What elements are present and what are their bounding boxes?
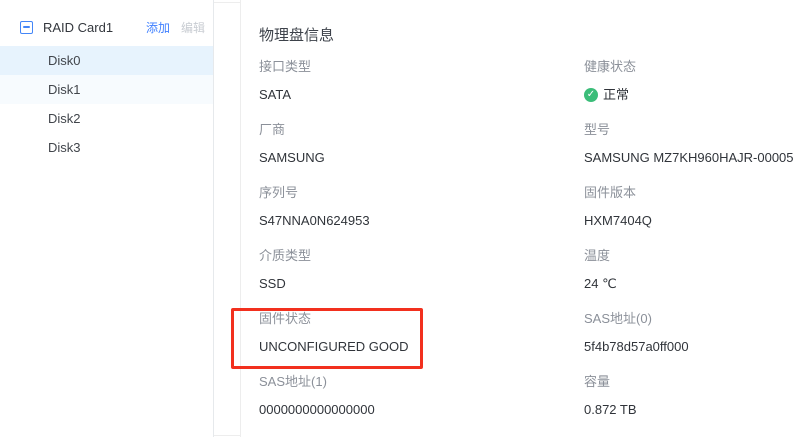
field-value: 5f4b78d57a0ff000: [584, 338, 812, 356]
field-value: SAMSUNG MZ7KH960HAJR-00005: [584, 149, 812, 167]
disk-list: Disk0 Disk1 Disk2 Disk3: [0, 46, 213, 162]
field-value: SAMSUNG: [259, 149, 584, 167]
health-status-text: 正常: [603, 86, 629, 104]
field-value: ✓ 正常: [584, 86, 812, 104]
field-sas-address-0: SAS地址(0) 5f4b78d57a0ff000: [584, 310, 812, 356]
field-value: 0000000000000000: [259, 401, 584, 419]
page-title: 物理盘信息: [259, 27, 812, 44]
add-link[interactable]: 添加: [146, 19, 170, 36]
field-label: 接口类型: [259, 58, 584, 76]
raid-card-actions: 添加 编辑: [146, 19, 205, 36]
sidebar-item-disk3[interactable]: Disk3: [0, 133, 213, 162]
field-label: 厂商: [259, 121, 584, 139]
field-serial-number: 序列号 S47NNA0N624953: [259, 184, 584, 230]
field-label: 介质类型: [259, 247, 584, 265]
field-label: 固件状态: [259, 310, 584, 328]
raid-card-label: RAID Card1: [43, 20, 146, 35]
collapse-minus-icon[interactable]: [20, 21, 33, 34]
minus-bar: [23, 26, 30, 28]
field-label: 温度: [584, 247, 812, 265]
raid-tree-sidebar: RAID Card1 添加 编辑 Disk0 Disk1 Disk2 Disk3: [0, 0, 214, 437]
field-value: 0.872 TB: [584, 401, 812, 419]
field-vendor: 厂商 SAMSUNG: [259, 121, 584, 167]
field-value: S47NNA0N624953: [259, 212, 584, 230]
field-label: SAS地址(1): [259, 373, 584, 391]
field-value: SSD: [259, 275, 584, 293]
field-label: 序列号: [259, 184, 584, 202]
sidebar-item-disk0[interactable]: Disk0: [0, 46, 213, 75]
field-label: 型号: [584, 121, 812, 139]
sidebar-item-disk2[interactable]: Disk2: [0, 104, 213, 133]
field-label: SAS地址(0): [584, 310, 812, 328]
field-media-type: 介质类型 SSD: [259, 247, 584, 293]
field-health-status: 健康状态 ✓ 正常: [584, 58, 812, 104]
field-firmware-version: 固件版本 HXM7404Q: [584, 184, 812, 230]
check-circle-icon: ✓: [584, 88, 598, 102]
field-label: 健康状态: [584, 58, 812, 76]
field-temperature: 温度 24 ℃: [584, 247, 812, 293]
field-firmware-state: 固件状态 UNCONFIGURED GOOD: [259, 310, 584, 356]
field-model: 型号 SAMSUNG MZ7KH960HAJR-00005: [584, 121, 812, 167]
physical-disk-info-panel: 物理盘信息 接口类型 SATA 健康状态 ✓ 正常 厂商 SAMSUNG 型号 …: [240, 0, 812, 437]
field-capacity: 容量 0.872 TB: [584, 373, 812, 419]
field-value: HXM7404Q: [584, 212, 812, 230]
field-sas-address-1: SAS地址(1) 0000000000000000: [259, 373, 584, 419]
field-value: SATA: [259, 86, 584, 104]
raid-card-node[interactable]: RAID Card1 添加 编辑: [0, 12, 213, 42]
field-label: 固件版本: [584, 184, 812, 202]
field-label: 容量: [584, 373, 812, 391]
field-value: 24 ℃: [584, 275, 812, 293]
field-interface-type: 接口类型 SATA: [259, 58, 584, 104]
sidebar-item-disk1[interactable]: Disk1: [0, 75, 213, 104]
field-grid: 接口类型 SATA 健康状态 ✓ 正常 厂商 SAMSUNG 型号 SAMSUN…: [259, 58, 812, 419]
field-value: UNCONFIGURED GOOD: [259, 338, 584, 356]
edit-link[interactable]: 编辑: [181, 19, 205, 36]
